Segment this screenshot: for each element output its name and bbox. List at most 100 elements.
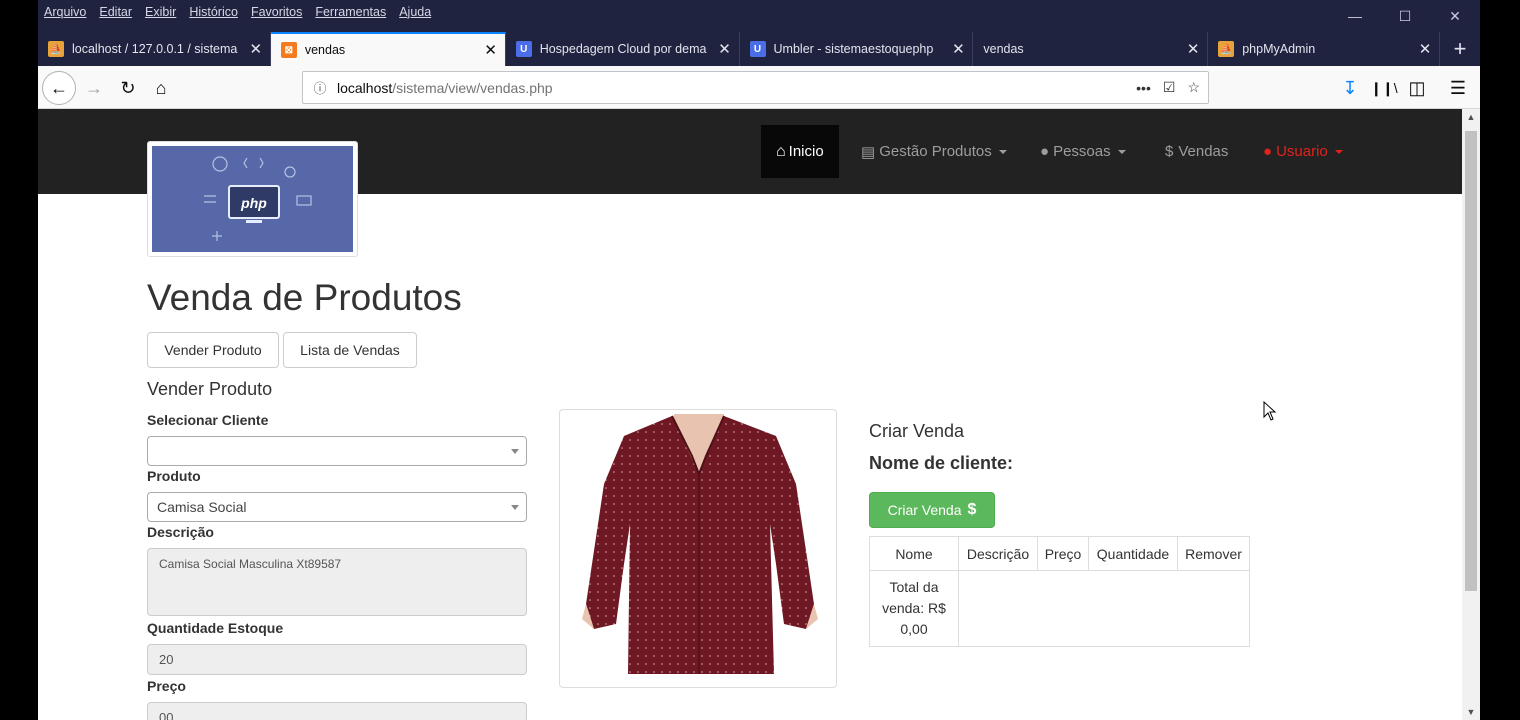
descricao-textarea[interactable]: Camisa Social Masculina Xt89587	[147, 548, 527, 616]
menu-editar[interactable]: Editar	[99, 5, 132, 19]
preco-input[interactable]: 00	[147, 702, 527, 720]
close-tab-icon[interactable]: ✕	[242, 40, 270, 58]
caret-down-icon	[1117, 149, 1126, 154]
umbler-icon: U	[749, 41, 766, 57]
home-icon[interactable]: ⌂	[145, 72, 177, 104]
nav-inicio[interactable]: ⌂ Inicio	[761, 125, 839, 178]
minimize-icon[interactable]: —	[1330, 0, 1380, 32]
nav-gestao-produtos[interactable]: ▤ Gestão Produtos	[846, 125, 1022, 178]
menu-ferramentas[interactable]: Ferramentas	[315, 5, 386, 19]
estoque-input[interactable]: 20	[147, 644, 527, 675]
sidebar-icon[interactable]: ◫	[1401, 72, 1433, 104]
produto-select-value: Camisa Social	[157, 499, 247, 515]
pocket-icon[interactable]: ☑	[1163, 79, 1176, 96]
vender-produto-button[interactable]: Vender Produto	[147, 332, 279, 368]
site-logo[interactable]: php	[147, 141, 358, 257]
scroll-thumb[interactable]	[1465, 131, 1477, 591]
table-header-row: Nome Descrição Preço Quantidade Remover	[869, 536, 1250, 571]
scroll-up-icon[interactable]: ▲	[1462, 112, 1480, 122]
produto-label: Produto	[147, 468, 201, 484]
nav-usuario[interactable]: ● Usuario	[1248, 125, 1358, 178]
produto-select[interactable]: Camisa Social	[147, 492, 527, 522]
nav-vendas[interactable]: $ Vendas	[1150, 125, 1243, 178]
page-scrollbar[interactable]: ▲ ▼	[1462, 109, 1480, 720]
user-icon: ●	[1263, 143, 1273, 160]
home-icon: ⌂	[776, 142, 786, 160]
tab-label: phpMyAdmin	[1242, 42, 1316, 56]
forward-icon[interactable]: →	[78, 72, 110, 104]
info-icon[interactable]: ⓘ	[303, 78, 337, 97]
close-tab-icon[interactable]: ✕	[944, 40, 972, 58]
page-title: Venda de Produtos	[147, 277, 462, 318]
menu-bar: Arquivo Editar Exibir Histórico Favorito…	[38, 0, 438, 24]
lista-vendas-button[interactable]: Lista de Vendas	[283, 332, 417, 368]
menu-historico[interactable]: Histórico	[189, 5, 238, 19]
bookmark-star-icon[interactable]: ☆	[1187, 79, 1200, 96]
tab-umbler[interactable]: U Umbler - sistemaestoquephp ✕	[740, 32, 974, 66]
criar-venda-label: Criar Venda	[887, 502, 962, 518]
menu-ajuda[interactable]: Ajuda	[399, 5, 431, 19]
criar-venda-button[interactable]: Criar Venda $	[869, 492, 995, 528]
download-icon[interactable]: ↧	[1334, 72, 1366, 104]
nav-vendas-label: Vendas	[1178, 143, 1229, 160]
back-icon[interactable]: ←	[42, 71, 76, 105]
nav-toolbar: ← → ↻ ⌂ ⓘ localhost/sistema/view/vendas.…	[38, 66, 1480, 109]
caret-down-icon	[998, 149, 1007, 154]
url-text[interactable]: localhost/sistema/view/vendas.php	[337, 80, 553, 96]
sale-items-table: Nome Descrição Preço Quantidade Remover …	[869, 536, 1250, 647]
cliente-select[interactable]	[147, 436, 527, 466]
col-descricao: Descrição	[958, 536, 1038, 571]
cliente-label: Selecionar Cliente	[147, 412, 269, 428]
browser-window: Arquivo Editar Exibir Histórico Favorito…	[38, 0, 1480, 720]
close-tab-icon[interactable]: ✕	[711, 40, 739, 58]
logo-text: php	[240, 195, 267, 211]
dollar-icon: $	[1165, 143, 1174, 160]
page-actions-icon[interactable]: •••	[1136, 80, 1151, 96]
url-host: localhost	[337, 79, 393, 96]
hamburger-menu-icon[interactable]: ☰	[1442, 72, 1474, 104]
total-cell: Total da venda: R$ 0,00	[869, 570, 959, 647]
tab-strip: ⛵ localhost / 127.0.0.1 / sistema ✕ ⊠ ve…	[38, 32, 1480, 66]
descricao-label: Descrição	[147, 524, 214, 540]
tab-hospedagem[interactable]: U Hospedagem Cloud por dema ✕	[506, 32, 740, 66]
tab-vendas-active[interactable]: ⊠ vendas ✕	[270, 32, 506, 66]
url-path: /sistema/view/vendas.php	[392, 79, 553, 96]
php-logo-image: php	[152, 146, 353, 252]
xampp-icon: ⊠	[280, 42, 297, 58]
umbler-icon: U	[515, 41, 532, 57]
total-line-1: Total da	[889, 579, 939, 595]
menu-arquivo[interactable]: Arquivo	[44, 5, 86, 19]
scroll-down-icon[interactable]: ▼	[1462, 707, 1480, 717]
reload-icon[interactable]: ↻	[112, 72, 144, 104]
tab-label: vendas	[983, 42, 1024, 56]
empty-cell	[958, 570, 1250, 647]
close-tab-icon[interactable]: ✕	[1179, 40, 1207, 58]
maximize-icon[interactable]: ☐	[1380, 0, 1430, 32]
mouse-cursor-icon	[1263, 401, 1277, 421]
nav-gestao-label: Gestão Produtos	[879, 143, 992, 160]
url-bar[interactable]: ⓘ localhost/sistema/view/vendas.php ••• …	[302, 71, 1209, 104]
browser-titlebar: Arquivo Editar Exibir Histórico Favorito…	[38, 0, 1480, 66]
phpmyadmin-icon: ⛵	[48, 41, 64, 57]
tab-label: Umbler - sistemaestoquephp	[773, 42, 934, 56]
close-tab-icon[interactable]: ✕	[1411, 40, 1439, 58]
section-title: Vender Produto	[147, 379, 273, 399]
dollar-icon: $	[967, 501, 977, 518]
tab-vendas[interactable]: vendas ✕	[973, 32, 1209, 66]
close-window-icon[interactable]: ✕	[1430, 0, 1480, 32]
close-tab-icon[interactable]: ✕	[477, 41, 505, 59]
tab-phpmyadmin-localhost[interactable]: ⛵ localhost / 127.0.0.1 / sistema ✕	[38, 32, 271, 66]
tab-label: localhost / 127.0.0.1 / sistema	[72, 42, 238, 56]
chevron-down-icon	[511, 449, 519, 454]
nav-usuario-label: Usuario	[1276, 143, 1328, 160]
new-tab-button[interactable]: +	[1440, 32, 1480, 66]
nome-cliente-label: Nome de cliente:	[869, 453, 1014, 473]
tab-phpmyadmin[interactable]: ⛵ phpMyAdmin ✕	[1208, 32, 1441, 66]
menu-exibir[interactable]: Exibir	[145, 5, 176, 19]
tab-label: vendas	[304, 43, 346, 57]
library-icon[interactable]: ❙❙\	[1368, 72, 1400, 104]
menu-favoritos[interactable]: Favoritos	[251, 5, 302, 19]
preco-label: Preço	[147, 678, 186, 694]
table-row: Total da venda: R$ 0,00	[869, 570, 1250, 647]
nav-pessoas[interactable]: ● Pessoas	[1025, 125, 1141, 178]
